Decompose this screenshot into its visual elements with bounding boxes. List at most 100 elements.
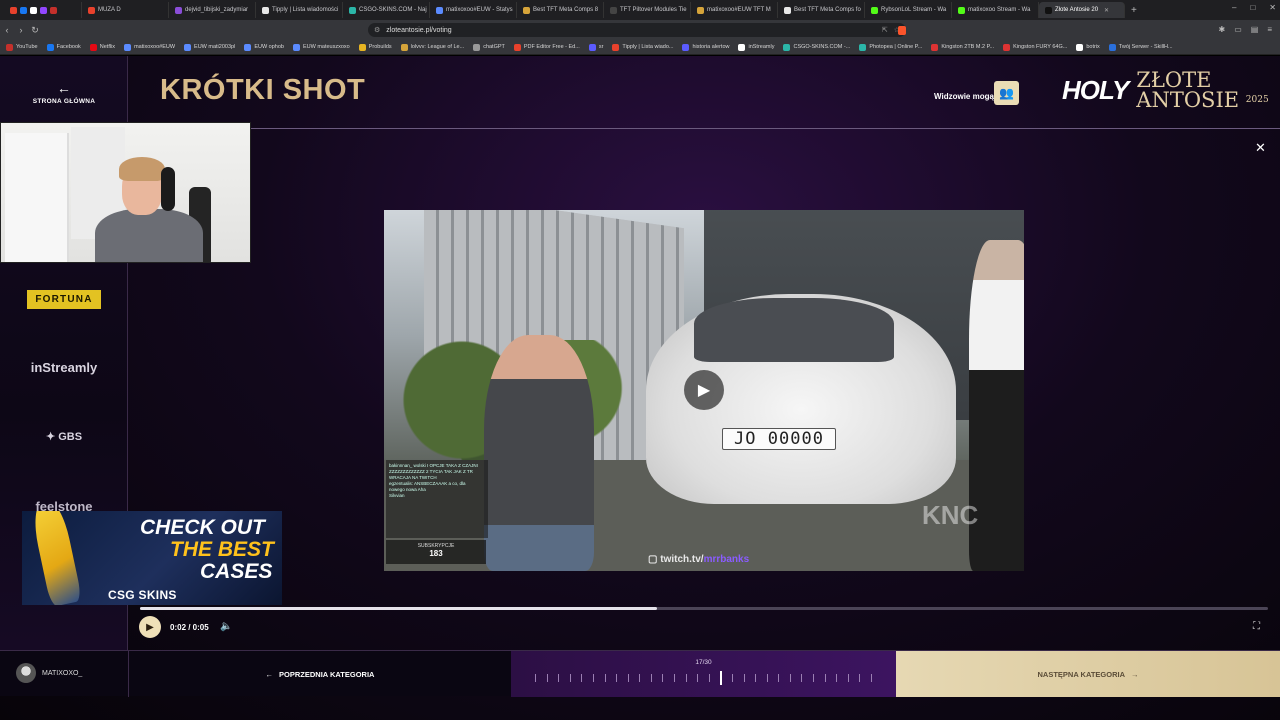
bookmark-favicon-icon	[1108, 43, 1116, 51]
address-bar-row: ‹ › ↻ ⚙ zloteantosie.pl/voting ⇱ ☆ ✱ ▭ ▤…	[0, 20, 1280, 40]
bookmark-item[interactable]: CSGO-SKINS.COM -...	[783, 43, 850, 51]
browser-tab[interactable]: MUZA D	[82, 2, 169, 18]
arrow-left-icon: ←	[265, 669, 274, 679]
bookmark-item[interactable]: botrix	[1076, 43, 1100, 51]
gbs-logo-icon: ✦	[45, 431, 59, 443]
category-header: KRÓTKI SHOT Widzowie mogą 👥 HOLY ZŁOTE A…	[128, 56, 1280, 129]
sidebar-toggle-icon[interactable]: ▭	[1234, 25, 1242, 34]
ad-line-1: CHECK OUT	[140, 516, 265, 539]
bookmark-favicon-icon	[513, 43, 521, 51]
play-button[interactable]: ▶	[139, 616, 161, 638]
browser-tab[interactable]: Złote Antosie 20 ✕	[1039, 2, 1125, 18]
tab-close-icon[interactable]: ✕	[1104, 7, 1109, 14]
previous-category-button[interactable]: ← POPRZEDNIA KATEGORIA	[128, 651, 511, 697]
browser-tab[interactable]: RybsonLoL Stream - Wa	[865, 2, 952, 18]
bookmark-item[interactable]: Kingston FURY 64G...	[1003, 43, 1068, 51]
browser-tab[interactable]: TFT Piltover Modules Tie	[604, 2, 691, 18]
fullscreen-icon[interactable]: ⛶	[1253, 621, 1260, 632]
bookmark-item[interactable]: inStreamly	[738, 43, 774, 51]
wallet-icon[interactable]: ▤	[1251, 25, 1259, 34]
category-tick	[627, 674, 629, 682]
url-field[interactable]: ⚙ zloteantosie.pl/voting ⇱ ☆	[368, 23, 906, 37]
subs-counter: SUBSKRYPCJE 183	[386, 540, 486, 564]
bookmark-label: Facebook	[56, 44, 81, 50]
bookmark-item[interactable]: matixoxoo#EUW	[124, 43, 175, 51]
brave-shield-icon[interactable]	[898, 26, 906, 35]
pinned-tabs[interactable]	[4, 2, 82, 18]
bookmark-item[interactable]: lolvvv: League of Le...	[400, 43, 464, 51]
twitch-watermark: ▢ twitch.tv/mrrbanks	[648, 554, 750, 565]
sponsor-instreamly[interactable]: inStreamly	[0, 360, 128, 375]
category-tick	[801, 674, 803, 682]
bookmark-favicon-icon	[184, 43, 192, 51]
bookmark-item[interactable]: PDF Editor Free - Ed...	[513, 43, 580, 51]
bookmark-item[interactable]: YouTube	[6, 43, 38, 51]
close-icon[interactable]: ✕	[1255, 140, 1266, 156]
tab-list: MUZA D dejvid_tibijski_zadymiar Tipply | L…	[82, 2, 1125, 18]
browser-tab[interactable]: matixoxoo Stream - Wa	[952, 2, 1039, 18]
bookmark-item[interactable]: Kingston 2TB M.2 P...	[931, 43, 995, 51]
browser-tab[interactable]: CSGO-SKINS.COM - Naj	[343, 2, 430, 18]
share-icon[interactable]: ⇱	[882, 26, 888, 34]
bookmark-favicon-icon	[738, 43, 746, 51]
home-link[interactable]: ← STRONA GŁÓWNA	[0, 80, 128, 105]
bookmark-item[interactable]: chatGPT	[473, 43, 505, 51]
bookmark-item[interactable]: EUW mateuszxoxo	[292, 43, 350, 51]
arrow-right-icon: →	[1131, 669, 1139, 679]
minimize-icon[interactable]: –	[1232, 3, 1236, 12]
bookmark-item[interactable]: EUW mati2003pl	[184, 43, 235, 51]
browser-tab[interactable]: matixoxoo#EUW TFT M	[691, 2, 778, 18]
tab-favicon-icon	[436, 6, 443, 14]
browser-tab[interactable]: matixoxoo#EUW - Statys	[430, 2, 517, 18]
user-profile[interactable]: MATIXOXO_	[16, 663, 82, 683]
bookmark-item[interactable]: Twój Serwer - SkillH...	[1108, 43, 1173, 51]
volume-icon[interactable]: 🔈	[220, 621, 232, 632]
site-info-icon[interactable]: ⚙	[374, 26, 380, 34]
extensions-icon[interactable]: ✱	[1219, 25, 1226, 34]
chat-line: Silvvian	[389, 493, 405, 498]
browser-tab[interactable]: Tipply | Lista wiadomości	[256, 2, 343, 18]
close-window-icon[interactable]: ✕	[1269, 3, 1276, 12]
seek-bar[interactable]	[140, 607, 1268, 610]
category-progress: 17/30	[511, 651, 896, 697]
bookmark-item[interactable]: Facebook	[46, 43, 81, 51]
bookmark-label: Kingston 2TB M.2 P...	[941, 44, 995, 50]
video-player[interactable]: JO 00000 bakinnnan_ wolski I OPCJE TAKA …	[384, 210, 1024, 571]
bookmark-item[interactable]: Probuilds	[358, 43, 392, 51]
ad-line-2: THE BEST	[170, 538, 274, 561]
bookmark-favicon-icon	[244, 43, 252, 51]
tab-label: RybsonLoL Stream - Wa	[881, 7, 947, 13]
sponsor-fortuna[interactable]: FORTUNA	[27, 290, 101, 309]
tab-favicon-icon	[1045, 6, 1052, 14]
new-tab-button[interactable]: +	[1125, 5, 1143, 16]
maximize-icon[interactable]: □	[1250, 3, 1255, 12]
bookmark-label: Kingston FURY 64G...	[1013, 44, 1068, 50]
browser-tab[interactable]: Best TFT Meta Comps fo	[778, 2, 865, 18]
viewers-icon[interactable]: 👥	[994, 81, 1019, 105]
forward-icon[interactable]: ›	[14, 25, 28, 35]
bookmark-item[interactable]: sr	[588, 43, 603, 51]
bookmark-favicon-icon	[292, 43, 300, 51]
browser-tab[interactable]: dejvid_tibijski_zadymiar	[169, 2, 256, 18]
back-icon[interactable]: ‹	[0, 25, 14, 35]
bookmark-item[interactable]: Netflix	[89, 43, 115, 51]
home-label: STRONA GŁÓWNA	[32, 98, 96, 105]
browser-tab[interactable]: Best TFT Meta Comps 8	[517, 2, 604, 18]
play-overlay-icon[interactable]: ▶	[684, 370, 724, 410]
menu-icon[interactable]: ≡	[1267, 25, 1272, 34]
category-tick	[558, 674, 560, 682]
logo-zlote-antosie: ZŁOTE ANTOSIE 2025	[1136, 68, 1269, 112]
man-figure	[484, 335, 594, 571]
bookmark-item[interactable]: historia alertow	[682, 43, 729, 51]
bookmark-item[interactable]: Photopea | Online P...	[859, 43, 922, 51]
extension-icons: ✱ ▭ ▤ ≡	[1219, 25, 1273, 34]
bookmark-item[interactable]: Tipply | Lista wiado...	[612, 43, 673, 51]
license-plate: JO 00000	[722, 428, 836, 450]
sponsor-gbs[interactable]: ✦ GBS	[0, 430, 128, 443]
bookmark-item[interactable]: EUW ophob	[244, 43, 284, 51]
next-category-button[interactable]: NASTĘPNA KATEGORIA →	[896, 651, 1280, 697]
bookmark-favicon-icon	[588, 43, 596, 51]
window-controls: – □ ✕	[1232, 3, 1276, 12]
reload-icon[interactable]: ↻	[28, 25, 42, 36]
category-counter: 17/30	[695, 659, 712, 666]
